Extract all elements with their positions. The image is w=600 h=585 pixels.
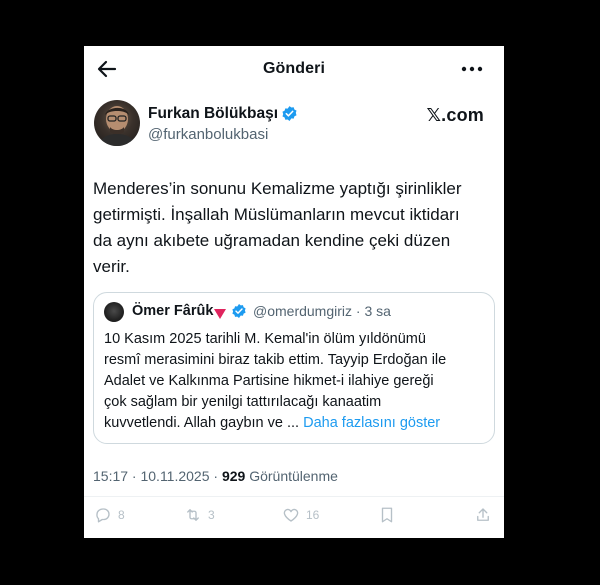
quote-author-name[interactable]: Ömer Fârûk <box>132 303 213 319</box>
action-bar: 8 3 16 <box>84 496 504 524</box>
views-label: Görüntülenme <box>245 468 338 484</box>
more-dots-icon[interactable] <box>460 59 484 79</box>
reply-icon <box>96 508 110 523</box>
post-text: Menderes’in sonunu Kemalizme yaptığı şir… <box>93 179 462 276</box>
like-icon <box>283 508 299 522</box>
bookmark-button[interactable] <box>378 505 396 525</box>
x-com-watermark: 𝕏.com <box>426 105 484 125</box>
show-more-link[interactable]: Daha fazlasını göster <box>303 415 440 431</box>
quote-author-avatar[interactable] <box>104 302 124 322</box>
repost-icon <box>187 509 199 521</box>
repost-button[interactable]: 3 <box>184 505 215 525</box>
quote-text: 10 Kasım 2025 tarihli M. Kemal'in ölüm y… <box>104 329 486 434</box>
reply-count: 8 <box>118 508 125 522</box>
red-triangle-icon <box>214 306 226 319</box>
share-icon <box>477 508 489 521</box>
post-meta: 15:17 · 10.11.2025 · 929 Görüntülenme <box>93 468 338 484</box>
author-avatar[interactable] <box>94 100 140 146</box>
post-timestamp[interactable]: 15:17 · 10.11.2025 · <box>93 468 222 484</box>
quote-verified-badge-icon <box>231 303 247 319</box>
bookmark-icon <box>381 507 393 523</box>
author-name[interactable]: Furkan Bölükbaşı <box>148 105 278 123</box>
like-count: 16 <box>306 508 320 522</box>
verified-badge-icon <box>281 105 298 122</box>
share-button[interactable] <box>474 505 492 525</box>
page-title: Gönderi <box>262 60 326 77</box>
author-handle[interactable]: @furkanbolukbasi <box>148 126 268 143</box>
post-detail-card: Gönderi Furkan Bölükbaşı @furkanbolukbas… <box>84 46 504 538</box>
quote-handle-time: @omerdumgiriz · 3 sa <box>253 303 391 319</box>
top-bar: Gönderi <box>84 46 504 92</box>
repost-count: 3 <box>208 508 215 522</box>
views-count: 929 <box>221 468 246 484</box>
reply-button[interactable]: 8 <box>94 505 125 525</box>
quoted-post[interactable]: Ömer Fârûk @omerdumgiriz · 3 sa 10 Kasım… <box>93 292 495 444</box>
like-button[interactable]: 16 <box>282 505 319 525</box>
